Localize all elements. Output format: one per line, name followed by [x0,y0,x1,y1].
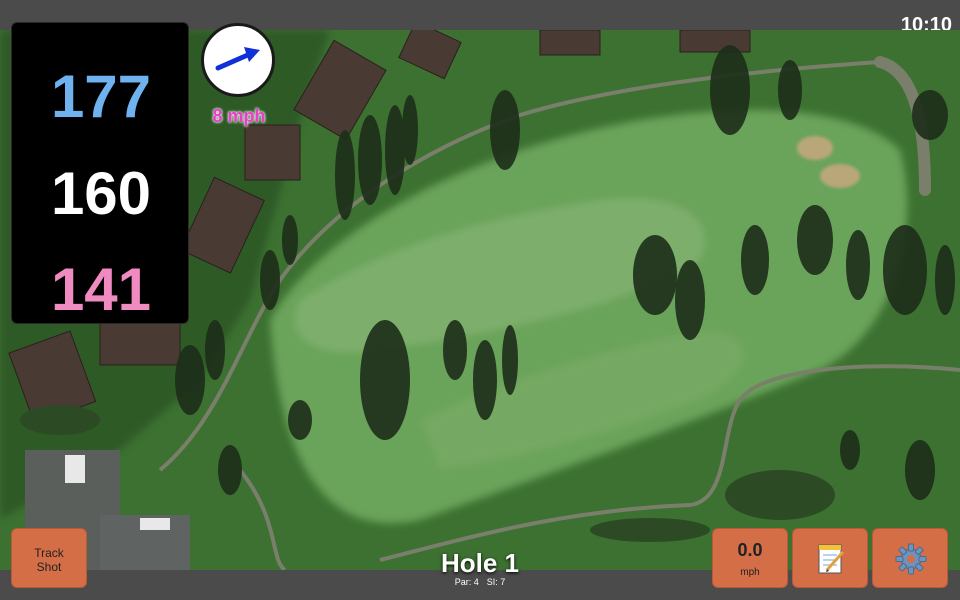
track-shot-button[interactable]: Track Shot [11,528,87,588]
back-distance: 177 [50,63,152,130]
settings-button[interactable] [872,528,948,588]
speed-value: 0.0 [737,540,763,560]
speed-unit: mph [740,567,760,578]
arrow-right-icon [215,47,260,71]
hole-title: Hole 1 [440,548,520,578]
wind-indicator [201,23,275,97]
middle-distance: 160 [50,160,152,227]
hole-details: Par: 4 SI: 7 [380,577,580,587]
front-distance: 141 [50,256,152,323]
notes-button[interactable] [792,528,868,588]
wind-speed: 8 mph [212,106,266,126]
notepad-icon [818,544,845,574]
distance-panel: 177 160 141 [11,22,189,324]
speed-button[interactable]: 0.0 mph [712,528,788,588]
gear-icon [895,543,927,575]
hole-par: Par: 4 [454,577,479,587]
track-shot-label-line2: Shot [36,560,62,574]
track-shot-label-line1: Track [34,546,64,560]
hole-stroke-index: SI: 7 [486,577,506,587]
app: 10:10 177 160 141 8 mph Hole 1 Par: 4 SI… [0,0,960,600]
